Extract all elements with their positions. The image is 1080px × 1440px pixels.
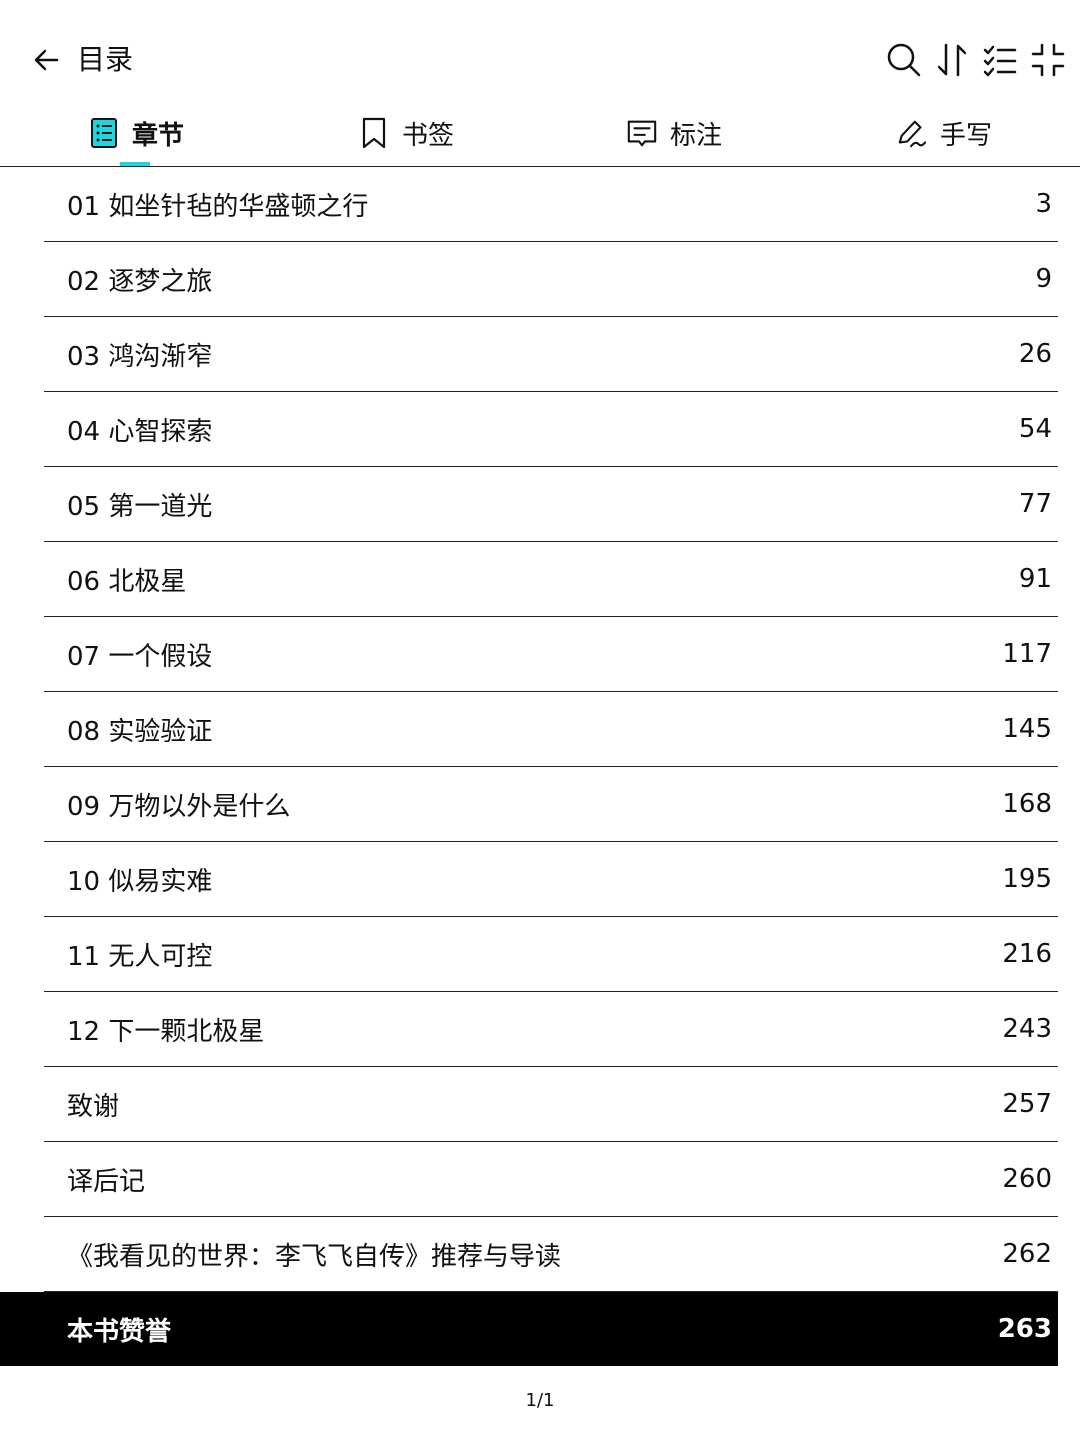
tab-label: 书签 <box>402 120 455 151</box>
page-number: 195 <box>1002 864 1052 894</box>
page-number: 243 <box>1002 1014 1052 1044</box>
page-number: 260 <box>1002 1164 1052 1194</box>
search-icon[interactable] <box>880 36 928 84</box>
sort-icon[interactable] <box>928 36 976 84</box>
tab-handwriting[interactable]: 手写 <box>896 100 992 166</box>
chapter-title: 本书赞誉 <box>67 1316 172 1347</box>
toc-row[interactable]: 01 如坐针毡的华盛顿之行 3 <box>44 167 1058 242</box>
chapter-title: 06 北极星 <box>67 566 187 597</box>
page-number: 257 <box>1002 1089 1052 1119</box>
tab-bookmarks[interactable]: 书签 <box>358 100 454 166</box>
page-number: 117 <box>1002 639 1052 669</box>
tab-label: 标注 <box>670 120 723 151</box>
page-number: 91 <box>1018 564 1052 594</box>
toc-row[interactable]: 10 似易实难 195 <box>44 842 1058 917</box>
top-bar: 目录 <box>0 0 1080 100</box>
toc-row[interactable]: 11 无人可控 216 <box>44 917 1058 992</box>
list-icon <box>88 117 120 149</box>
page-number: 145 <box>1002 714 1052 744</box>
page-number: 9 <box>1035 264 1052 294</box>
page-indicator: 1/1 <box>525 1390 555 1411</box>
chapter-title: 10 似易实难 <box>67 866 213 897</box>
toc-row[interactable]: 译后记 260 <box>44 1142 1058 1217</box>
chapter-title: 01 如坐针毡的华盛顿之行 <box>67 191 369 222</box>
page-title: 目录 <box>77 43 134 76</box>
toc-row[interactable]: 02 逐梦之旅 9 <box>44 242 1058 317</box>
page-number: 262 <box>1002 1239 1052 1269</box>
page-number: 216 <box>1002 939 1052 969</box>
toc-row[interactable]: 08 实验验证 145 <box>44 692 1058 767</box>
chapter-title: 04 心智探索 <box>67 416 213 447</box>
chapter-title: 11 无人可控 <box>67 941 213 972</box>
toc-row[interactable]: 04 心智探索 54 <box>44 392 1058 467</box>
active-tab-indicator <box>120 162 150 166</box>
page-number: 3 <box>1035 189 1052 219</box>
page-number: 54 <box>1018 414 1052 444</box>
note-icon <box>626 117 658 149</box>
toc-row-selected[interactable]: 本书赞誉 263 <box>0 1292 1058 1366</box>
chapter-title: 08 实验验证 <box>67 716 213 747</box>
chapter-title: 致谢 <box>67 1091 120 1122</box>
page-number: 263 <box>997 1314 1052 1344</box>
chapter-title: 07 一个假设 <box>67 641 213 672</box>
chapter-title: 09 万物以外是什么 <box>67 791 291 822</box>
toc-row[interactable]: 07 一个假设 117 <box>44 617 1058 692</box>
chapter-title: 12 下一颗北极星 <box>67 1016 265 1047</box>
tab-chapters[interactable]: 章节 <box>88 100 184 166</box>
collapse-icon[interactable] <box>1024 36 1072 84</box>
toc-row[interactable]: 06 北极星 91 <box>44 542 1058 617</box>
page-number: 77 <box>1018 489 1052 519</box>
tab-label: 手写 <box>940 120 993 151</box>
page-number: 168 <box>1002 789 1052 819</box>
chapter-title: 译后记 <box>67 1166 146 1197</box>
checklist-icon[interactable] <box>976 36 1024 84</box>
toc-list: 01 如坐针毡的华盛顿之行 3 02 逐梦之旅 9 03 鸿沟渐窄 26 04 … <box>0 167 1080 1366</box>
toc-row[interactable]: 致谢 257 <box>44 1067 1058 1142</box>
tab-bar: 章节 书签 标注 手写 <box>0 100 1080 167</box>
toc-row[interactable]: 09 万物以外是什么 168 <box>44 767 1058 842</box>
toc-row[interactable]: 《我看见的世界：李飞飞自传》推荐与导读 262 <box>44 1217 1058 1292</box>
chapter-title: 05 第一道光 <box>67 491 213 522</box>
back-arrow-icon[interactable] <box>26 40 66 80</box>
header-toolbar <box>880 36 1072 84</box>
chapter-title: 《我看见的世界：李飞飞自传》推荐与导读 <box>67 1241 562 1272</box>
chapter-title: 02 逐梦之旅 <box>67 266 213 297</box>
tab-annotations[interactable]: 标注 <box>626 100 722 166</box>
bookmark-icon <box>358 117 390 149</box>
toc-row[interactable]: 03 鸿沟渐窄 26 <box>44 317 1058 392</box>
tab-label: 章节 <box>132 120 185 151</box>
chapter-title: 03 鸿沟渐窄 <box>67 341 213 372</box>
page-number: 26 <box>1018 339 1052 369</box>
pen-icon <box>896 117 928 149</box>
toc-row[interactable]: 05 第一道光 77 <box>44 467 1058 542</box>
toc-row[interactable]: 12 下一颗北极星 243 <box>44 992 1058 1067</box>
